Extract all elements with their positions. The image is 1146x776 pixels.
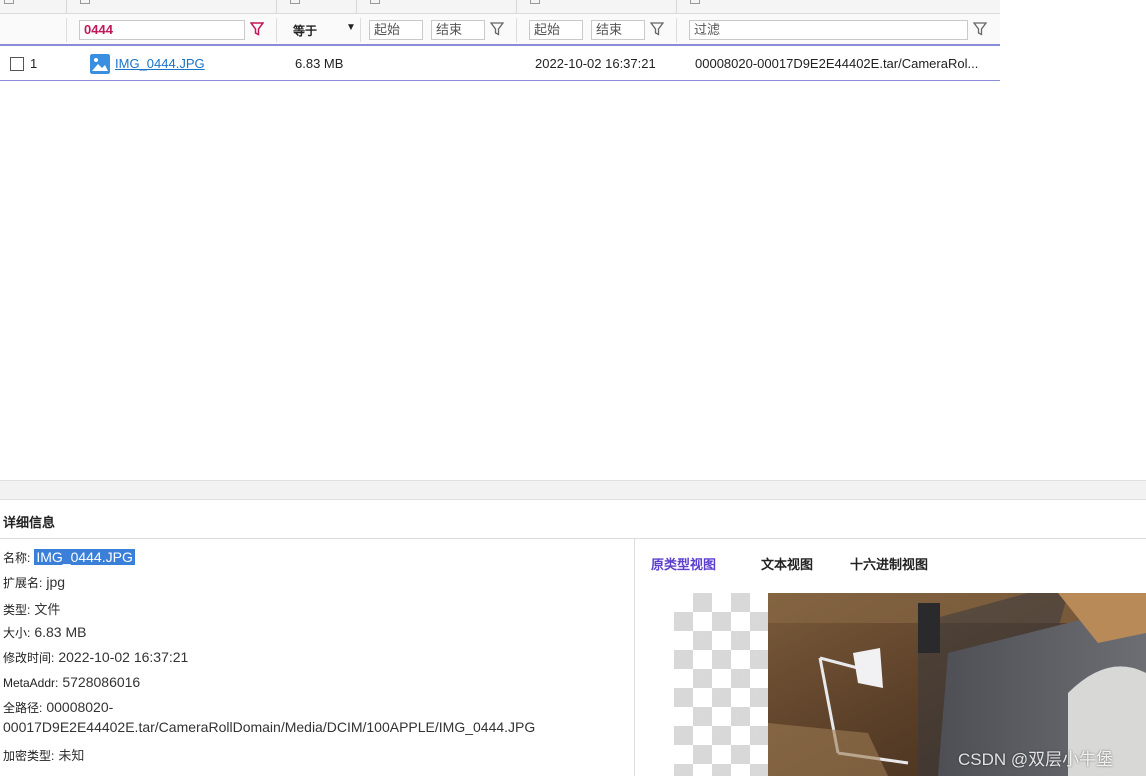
filter-row: 0444 等于 ▼ 起始 结束 起始 结束 过滤	[0, 14, 1000, 46]
prop-type-value: 文件	[34, 602, 61, 617]
modified-start-input[interactable]: 起始	[529, 20, 583, 40]
header-created[interactable]	[370, 0, 384, 5]
prop-meta-label: MetaAddr:	[3, 676, 59, 690]
prop-path: 全路径: 00008020-	[3, 699, 113, 716]
row-index: 1	[30, 56, 38, 71]
prop-name: 名称: IMG_0444.JPG	[3, 549, 135, 566]
prop-size: 大小: 6.83 MB	[3, 624, 86, 641]
modified-filter-funnel-icon[interactable]	[650, 22, 664, 36]
watermark: CSDN @双层小牛堡	[958, 750, 1114, 769]
prop-type: 类型: 文件	[3, 599, 60, 618]
path-filter-funnel-icon[interactable]	[973, 22, 987, 36]
prop-enc-value: 未知	[58, 748, 85, 763]
size-operator-select[interactable]: 等于	[293, 22, 317, 39]
row-path: 00008020-00017D9E2E44402E.tar/CameraRol.…	[695, 56, 979, 71]
prop-enc-label: 加密类型:	[3, 749, 55, 763]
tab-native-view[interactable]: 原类型视图	[651, 554, 716, 573]
file-name-link[interactable]: IMG_0444.JPG	[115, 56, 205, 71]
prop-mtime: 修改时间: 2022-10-02 16:37:21	[3, 649, 188, 666]
table-row[interactable]: 1 IMG_0444.JPG 6.83 MB 2022-10-02 16:37:…	[0, 46, 1000, 81]
prop-cutoff	[3, 770, 6, 776]
name-filter-input[interactable]: 0444	[79, 20, 245, 40]
transparency-checker	[674, 593, 768, 776]
prop-type-label: 类型:	[3, 603, 31, 617]
created-filter-funnel-icon[interactable]	[490, 22, 504, 36]
prop-path-value-cont: 00017D9E2E44402E.tar/CameraRollDomain/Me…	[3, 719, 536, 735]
prop-mtime-value: 2022-10-02 16:37:21	[58, 649, 189, 665]
column-header	[0, 0, 1000, 14]
header-modified[interactable]	[530, 0, 544, 5]
row-checkbox[interactable]	[10, 57, 24, 71]
prop-path-cont: 00017D9E2E44402E.tar/CameraRollDomain/Me…	[3, 719, 535, 735]
divider	[634, 539, 635, 776]
header-path[interactable]	[690, 0, 704, 5]
prop-name-label: 名称:	[3, 551, 31, 565]
tab-text-view[interactable]: 文本视图	[761, 554, 813, 573]
header-index[interactable]	[4, 0, 18, 5]
tab-hex-view[interactable]: 十六进制视图	[850, 554, 928, 573]
image-file-icon	[90, 54, 110, 74]
created-start-input[interactable]: 起始	[369, 20, 423, 40]
pane-splitter[interactable]	[0, 480, 1146, 500]
row-modified: 2022-10-02 16:37:21	[535, 56, 656, 71]
chevron-down-icon[interactable]: ▼	[346, 22, 356, 33]
name-filter-funnel-icon[interactable]	[250, 22, 264, 36]
prop-size-label: 大小:	[3, 626, 31, 640]
prop-ext-value: jpg	[46, 574, 66, 590]
prop-path-label: 全路径:	[3, 701, 43, 715]
prop-ext-label: 扩展名:	[3, 576, 43, 590]
detail-title: 详细信息	[3, 515, 56, 530]
prop-ext: 扩展名: jpg	[3, 574, 65, 591]
prop-path-value: 00008020-	[46, 699, 114, 715]
divider	[0, 538, 1146, 539]
prop-meta: MetaAddr: 5728086016	[3, 674, 140, 690]
header-size[interactable]	[290, 0, 304, 5]
created-end-input[interactable]: 结束	[431, 20, 485, 40]
prop-size-value: 6.83 MB	[34, 624, 87, 640]
row-size: 6.83 MB	[295, 56, 344, 71]
prop-enc: 加密类型: 未知	[3, 745, 84, 764]
path-filter-input[interactable]: 过滤	[689, 20, 968, 40]
prop-mtime-label: 修改时间:	[3, 651, 55, 665]
header-name[interactable]	[80, 0, 94, 5]
prop-name-value[interactable]: IMG_0444.JPG	[34, 549, 135, 565]
prop-meta-value: 5728086016	[62, 674, 141, 690]
modified-end-input[interactable]: 结束	[591, 20, 645, 40]
